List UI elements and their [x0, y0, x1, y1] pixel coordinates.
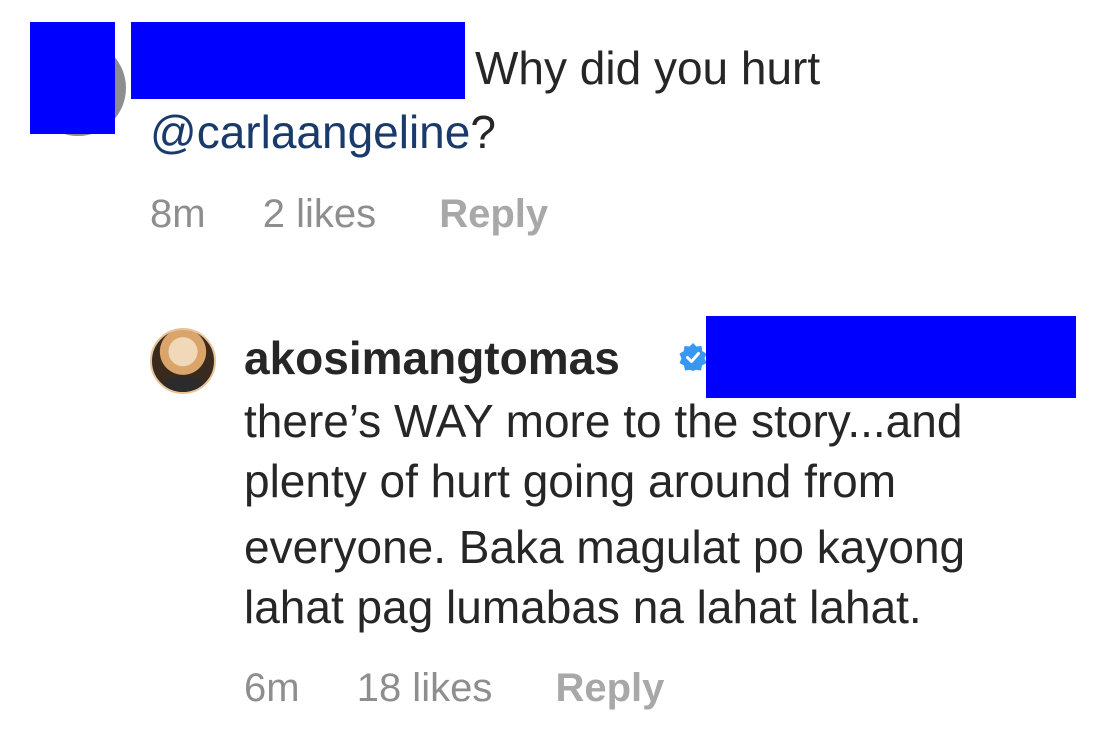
comment-timestamp: 8m — [150, 192, 206, 236]
avatar-redaction-box — [30, 22, 115, 134]
reply-reply-button[interactable]: Reply — [555, 664, 664, 712]
mention-link[interactable]: @carlaangeline — [150, 106, 470, 158]
mention-suffix: ? — [470, 106, 496, 158]
reply-timestamp: 6m — [244, 666, 300, 710]
avatar-photo-detail — [162, 376, 206, 392]
reply-likes-count[interactable]: 18 likes — [357, 664, 493, 712]
reply-text-line: plenty of hurt going around from — [244, 455, 897, 507]
comment-text: Why did you hurt — [475, 42, 821, 94]
comment-likes-count[interactable]: 2 likes — [263, 190, 376, 238]
reply-text-line: there’s WAY more to the story...and — [244, 395, 963, 447]
comment-mention-line: @carlaangeline? — [150, 104, 496, 160]
replier-avatar[interactable] — [150, 328, 216, 394]
reply-username[interactable]: akosimangtomas — [244, 330, 620, 386]
comment-meta: 8m 2 likes Reply — [150, 190, 548, 238]
username-redaction-box — [131, 22, 465, 99]
verified-badge-icon — [679, 343, 707, 371]
reply-redaction-box — [706, 316, 1076, 398]
reply-text-line: everyone. Baka magulat po kayong — [244, 521, 966, 573]
comment-reply-button[interactable]: Reply — [439, 190, 548, 238]
reply-text-line: lahat pag lumabas na lahat lahat. — [244, 581, 922, 633]
reply-meta: 6m 18 likes Reply — [244, 664, 664, 712]
